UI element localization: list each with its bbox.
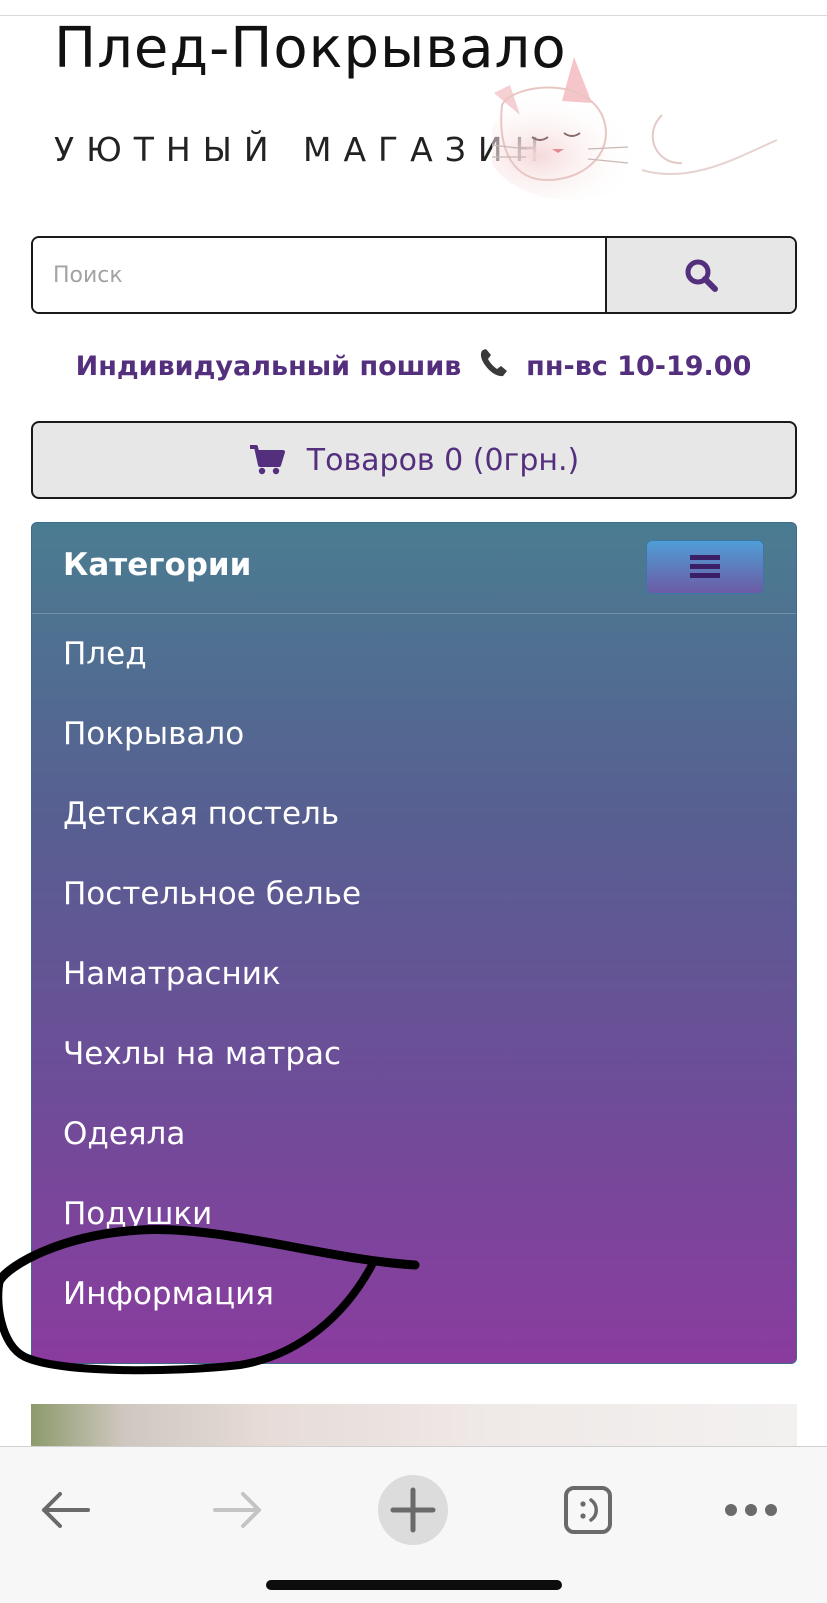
tabs-smiley-icon	[564, 1486, 612, 1534]
hamburger-menu-icon	[690, 555, 720, 578]
sleeping-cat-illustration	[492, 57, 778, 200]
search-button[interactable]	[605, 238, 795, 312]
categories-header: Категории	[32, 523, 796, 614]
promo-banner-image[interactable]	[31, 1404, 797, 1448]
category-item-pokryvalo[interactable]: Покрывало	[63, 716, 244, 752]
arrow-right-icon	[213, 1492, 261, 1528]
search-icon	[685, 259, 718, 292]
cart-button[interactable]: Товаров 0 (0грн.)	[31, 421, 797, 499]
categories-toggle-button[interactable]	[646, 540, 764, 594]
browser-toolbar	[0, 1446, 827, 1603]
forward-button[interactable]	[203, 1475, 273, 1545]
category-item-kids-bedding[interactable]: Детская постель	[63, 796, 339, 832]
info-line: Индивидуальный пошив пн-вс 10-19.00	[0, 346, 827, 382]
category-item-information[interactable]: Информация	[63, 1276, 274, 1312]
site-logo[interactable]: Плед-Покрывало УЮТНЫЙ МАГАЗИН	[0, 0, 827, 210]
category-item-pillows[interactable]: Подушки	[63, 1196, 212, 1232]
logo-title: Плед-Покрывало	[54, 16, 567, 81]
more-dots-icon	[725, 1504, 777, 1516]
cart-summary: Товаров 0 (0грн.)	[306, 442, 580, 478]
tailoring-text: Индивидуальный пошив	[75, 351, 462, 382]
logo-subtitle: УЮТНЫЙ МАГАЗИН	[54, 130, 552, 169]
category-item-bed-linen[interactable]: Постельное белье	[63, 876, 361, 912]
search-input[interactable]	[33, 238, 605, 312]
category-item-mattress-topper[interactable]: Наматрасник	[63, 956, 281, 992]
back-button[interactable]	[30, 1475, 100, 1545]
home-indicator[interactable]	[266, 1580, 562, 1590]
new-tab-button[interactable]	[378, 1475, 448, 1545]
more-button[interactable]	[716, 1475, 786, 1545]
working-hours: пн-вс 10-19.00	[526, 351, 752, 382]
categories-title: Категории	[63, 547, 252, 583]
tabs-button[interactable]	[553, 1475, 623, 1545]
plus-icon	[390, 1487, 436, 1533]
arrow-left-icon	[42, 1492, 90, 1528]
categories-panel: Категории Плед Покрывало Детская постель…	[31, 522, 797, 1364]
category-item-pled[interactable]: Плед	[63, 636, 147, 672]
category-item-blankets[interactable]: Одеяла	[63, 1116, 185, 1152]
search-bar	[31, 236, 797, 314]
cart-icon	[249, 445, 285, 475]
phone-icon	[480, 349, 507, 377]
category-item-mattress-covers[interactable]: Чехлы на матрас	[63, 1036, 341, 1072]
